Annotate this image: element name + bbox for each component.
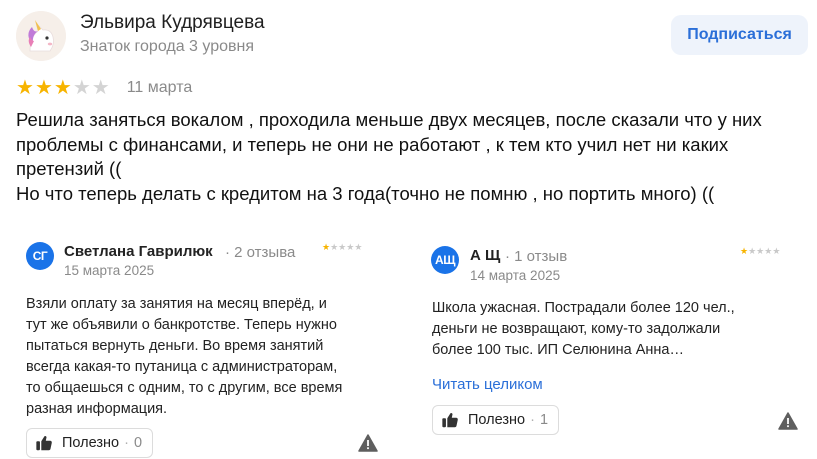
reviewer-review-count: · 1 отзыв xyxy=(505,248,568,265)
star-empty-icon: ★ xyxy=(346,242,355,252)
thumbs-up-icon xyxy=(36,435,52,451)
star-empty-icon: ★ xyxy=(72,77,91,99)
review-text-line: Взяли оплату за занятия на месяц вперёд,… xyxy=(26,296,327,312)
useful-label: Полезно xyxy=(468,412,526,428)
review-text-line: то общаешься с одним, то с другим, все в… xyxy=(26,380,343,396)
useful-label: Полезно xyxy=(62,435,120,451)
author-name[interactable]: Эльвира Кудрявцева xyxy=(80,12,265,34)
useful-button[interactable]: Полезно · 1 xyxy=(432,405,560,435)
star-filled-icon: ★ xyxy=(740,246,749,256)
avatar[interactable]: АЩ xyxy=(431,246,459,274)
review-text-line: разная информация. xyxy=(26,401,168,417)
review-text: Решила заняться вокалом , проходила мень… xyxy=(16,108,816,206)
review-text-line: Но что теперь делать с кредитом на 3 год… xyxy=(16,182,715,204)
star-filled-icon: ★ xyxy=(34,77,53,99)
review-date: 14 марта 2025 xyxy=(470,268,561,283)
rating-row: ★ ★ ★ ★ ★ 11 марта xyxy=(16,78,192,98)
related-review-card[interactable]: АЩ А Щ · 1 отзыв ★ ★ ★ ★ ★ 14 марта 2025 Шко… xyxy=(418,232,810,459)
star-filled-icon: ★ xyxy=(53,77,72,99)
star-filled-icon: ★ xyxy=(322,242,331,252)
review-text: Школа ужасная. Пострадали более 120 чел.… xyxy=(432,298,735,361)
star-empty-icon: ★ xyxy=(748,246,757,256)
useful-count: 0 xyxy=(133,435,143,451)
rating-stars: ★ ★ ★ ★ ★ xyxy=(740,247,780,256)
star-empty-icon: ★ xyxy=(772,246,781,256)
rating-stars: ★ ★ ★ ★ ★ xyxy=(16,78,110,98)
reviewer-review-count: · 2 отзыва xyxy=(225,244,296,261)
useful-count: 1 xyxy=(539,412,549,428)
star-empty-icon: ★ xyxy=(338,242,347,252)
review-text-line: претензий (( xyxy=(16,158,122,179)
star-empty-icon: ★ xyxy=(756,246,765,256)
star-empty-icon: ★ xyxy=(764,246,773,256)
read-more-link[interactable]: Читать целиком xyxy=(432,376,543,393)
review-text-line: всегда какая-то путаница с администратор… xyxy=(26,359,338,375)
review-date: 15 марта 2025 xyxy=(64,263,155,278)
author-avatar[interactable] xyxy=(16,11,66,61)
reviewer-name[interactable]: Светлана Гаврилюк xyxy=(64,243,213,260)
review-date: 11 марта xyxy=(126,79,193,96)
author-level: Знаток города 3 уровня xyxy=(80,38,255,55)
review-text: Взяли оплату за занятия на месяц вперёд,… xyxy=(26,294,342,420)
review-text-line: пытаться вернуть деньги. Во время заняти… xyxy=(26,338,324,354)
star-empty-icon: ★ xyxy=(354,242,363,252)
reviewer-name[interactable]: А Щ xyxy=(470,247,500,264)
review-text-line: проблемы с финансами, и теперь не они не… xyxy=(16,133,729,155)
review-text-line: Решила заняться вокалом , проходила мень… xyxy=(16,109,762,130)
star-filled-icon: ★ xyxy=(16,77,34,99)
useful-button[interactable]: Полезно · 0 xyxy=(26,428,154,458)
review-text-line: деньги не возвращают, кому-то задолжали xyxy=(432,321,721,337)
thumbs-up-icon xyxy=(442,412,458,428)
avatar[interactable]: СГ xyxy=(26,242,54,270)
review-text-line: более 100 тыс. ИП Селюнина Анна… xyxy=(432,342,684,358)
main-review: Эльвира Кудрявцева Знаток города 3 уровн… xyxy=(0,0,817,225)
review-text-line: тут же объявили о банкротстве. Теперь ну… xyxy=(26,317,337,333)
star-empty-icon: ★ xyxy=(91,77,110,99)
review-text-line: Школа ужасная. Пострадали более 120 чел.… xyxy=(432,300,735,316)
report-warning-icon[interactable] xyxy=(778,412,798,430)
star-empty-icon: ★ xyxy=(330,242,339,252)
subscribe-button[interactable]: Подписаться xyxy=(671,15,808,55)
rating-stars: ★ ★ ★ ★ ★ xyxy=(322,243,362,252)
report-warning-icon[interactable] xyxy=(358,434,378,452)
related-review-card[interactable]: СГ Светлана Гаврилюк · 2 отзыва ★ ★ ★ ★ ★ 15… xyxy=(14,232,396,459)
unicorn-avatar-icon xyxy=(16,11,66,61)
